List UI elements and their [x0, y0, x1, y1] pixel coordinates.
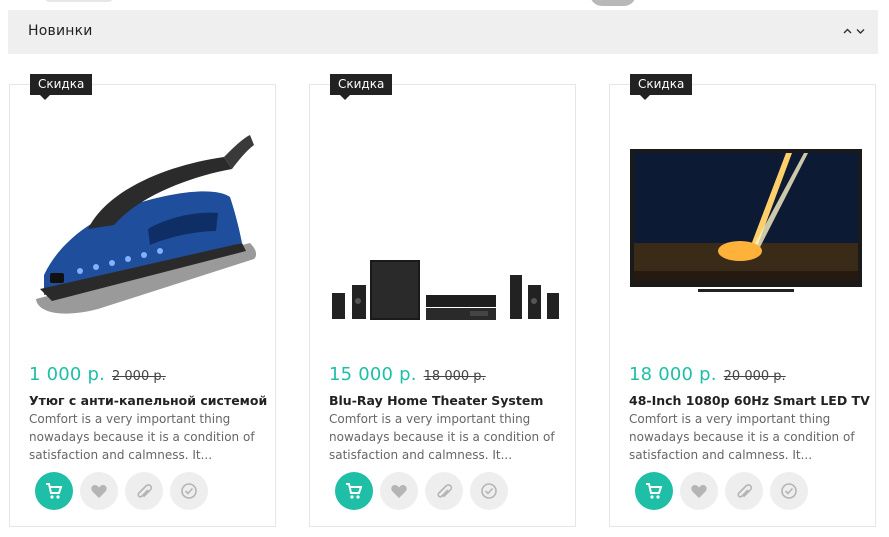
paperclip-icon [737, 484, 753, 498]
price-row: 18 000 р. 20 000 р. [629, 364, 786, 385]
compare-button[interactable] [725, 472, 763, 510]
carousel-nav [842, 23, 866, 39]
top-product-fragment [590, 0, 636, 6]
price-row: 15 000 р. 18 000 р. [329, 364, 486, 385]
home-theater-image[interactable] [328, 125, 564, 325]
price-old: 2 000 р. [112, 369, 166, 384]
cart-icon [346, 483, 363, 499]
product-description: Comfort is a very important thing nowada… [29, 412, 255, 462]
add-to-cart-button[interactable] [335, 472, 373, 510]
product-description: Comfort is a very important thing nowada… [329, 412, 555, 462]
section-title: Новинки [28, 23, 93, 39]
steam-iron-image[interactable] [28, 125, 264, 325]
chevron-up-icon[interactable] [842, 23, 853, 39]
check-button[interactable] [470, 472, 508, 510]
check-button[interactable] [770, 472, 808, 510]
section-header: Новинки [8, 10, 878, 54]
price-old: 20 000 р. [723, 369, 786, 384]
chevron-down-icon[interactable] [855, 23, 866, 39]
product-title[interactable]: Утюг с анти-капельной системой [29, 393, 269, 408]
add-to-cart-button[interactable] [635, 472, 673, 510]
price-row: 1 000 р. 2 000 р. [29, 364, 166, 385]
heart-icon [391, 484, 407, 498]
heart-icon [691, 484, 707, 498]
product-description: Comfort is a very important thing nowada… [629, 412, 855, 462]
cart-icon [646, 483, 663, 499]
check-circle-icon [781, 483, 797, 499]
product-actions [35, 472, 208, 510]
wishlist-button[interactable] [380, 472, 418, 510]
discount-badge: Скидка [630, 74, 693, 100]
paperclip-icon [137, 484, 153, 498]
compare-button[interactable] [125, 472, 163, 510]
product-actions [335, 472, 508, 510]
heart-icon [91, 484, 107, 498]
price-old: 18 000 р. [423, 369, 486, 384]
smart-tv-image[interactable] [628, 125, 864, 325]
check-circle-icon [481, 483, 497, 499]
price-current: 1 000 р. [29, 364, 105, 385]
add-to-cart-button[interactable] [35, 472, 73, 510]
discount-badge: Скидка [30, 74, 93, 100]
compare-button[interactable] [425, 472, 463, 510]
price-current: 18 000 р. [629, 364, 717, 385]
price-current: 15 000 р. [329, 364, 417, 385]
top-decoration [44, 0, 114, 2]
wishlist-button[interactable] [80, 472, 118, 510]
check-button[interactable] [170, 472, 208, 510]
product-card: Скидка 15 000 р. 18 000 р. Blu-Ray Home T… [309, 74, 576, 527]
product-card: Скидка 18 000 р. 20 000 р. 48-Inch 1080p … [609, 74, 876, 527]
check-circle-icon [181, 483, 197, 499]
wishlist-button[interactable] [680, 472, 718, 510]
product-actions [635, 472, 808, 510]
product-title[interactable]: 48-Inch 1080p 60Hz Smart LED TV [629, 393, 870, 408]
paperclip-icon [437, 484, 453, 498]
discount-badge: Скидка [330, 74, 393, 100]
product-card: Скидка 1 000 р. 2 000 р. Утюг с анти-капе… [9, 74, 276, 527]
product-title[interactable]: Blu-Ray Home Theater System [329, 393, 569, 408]
cart-icon [46, 483, 63, 499]
